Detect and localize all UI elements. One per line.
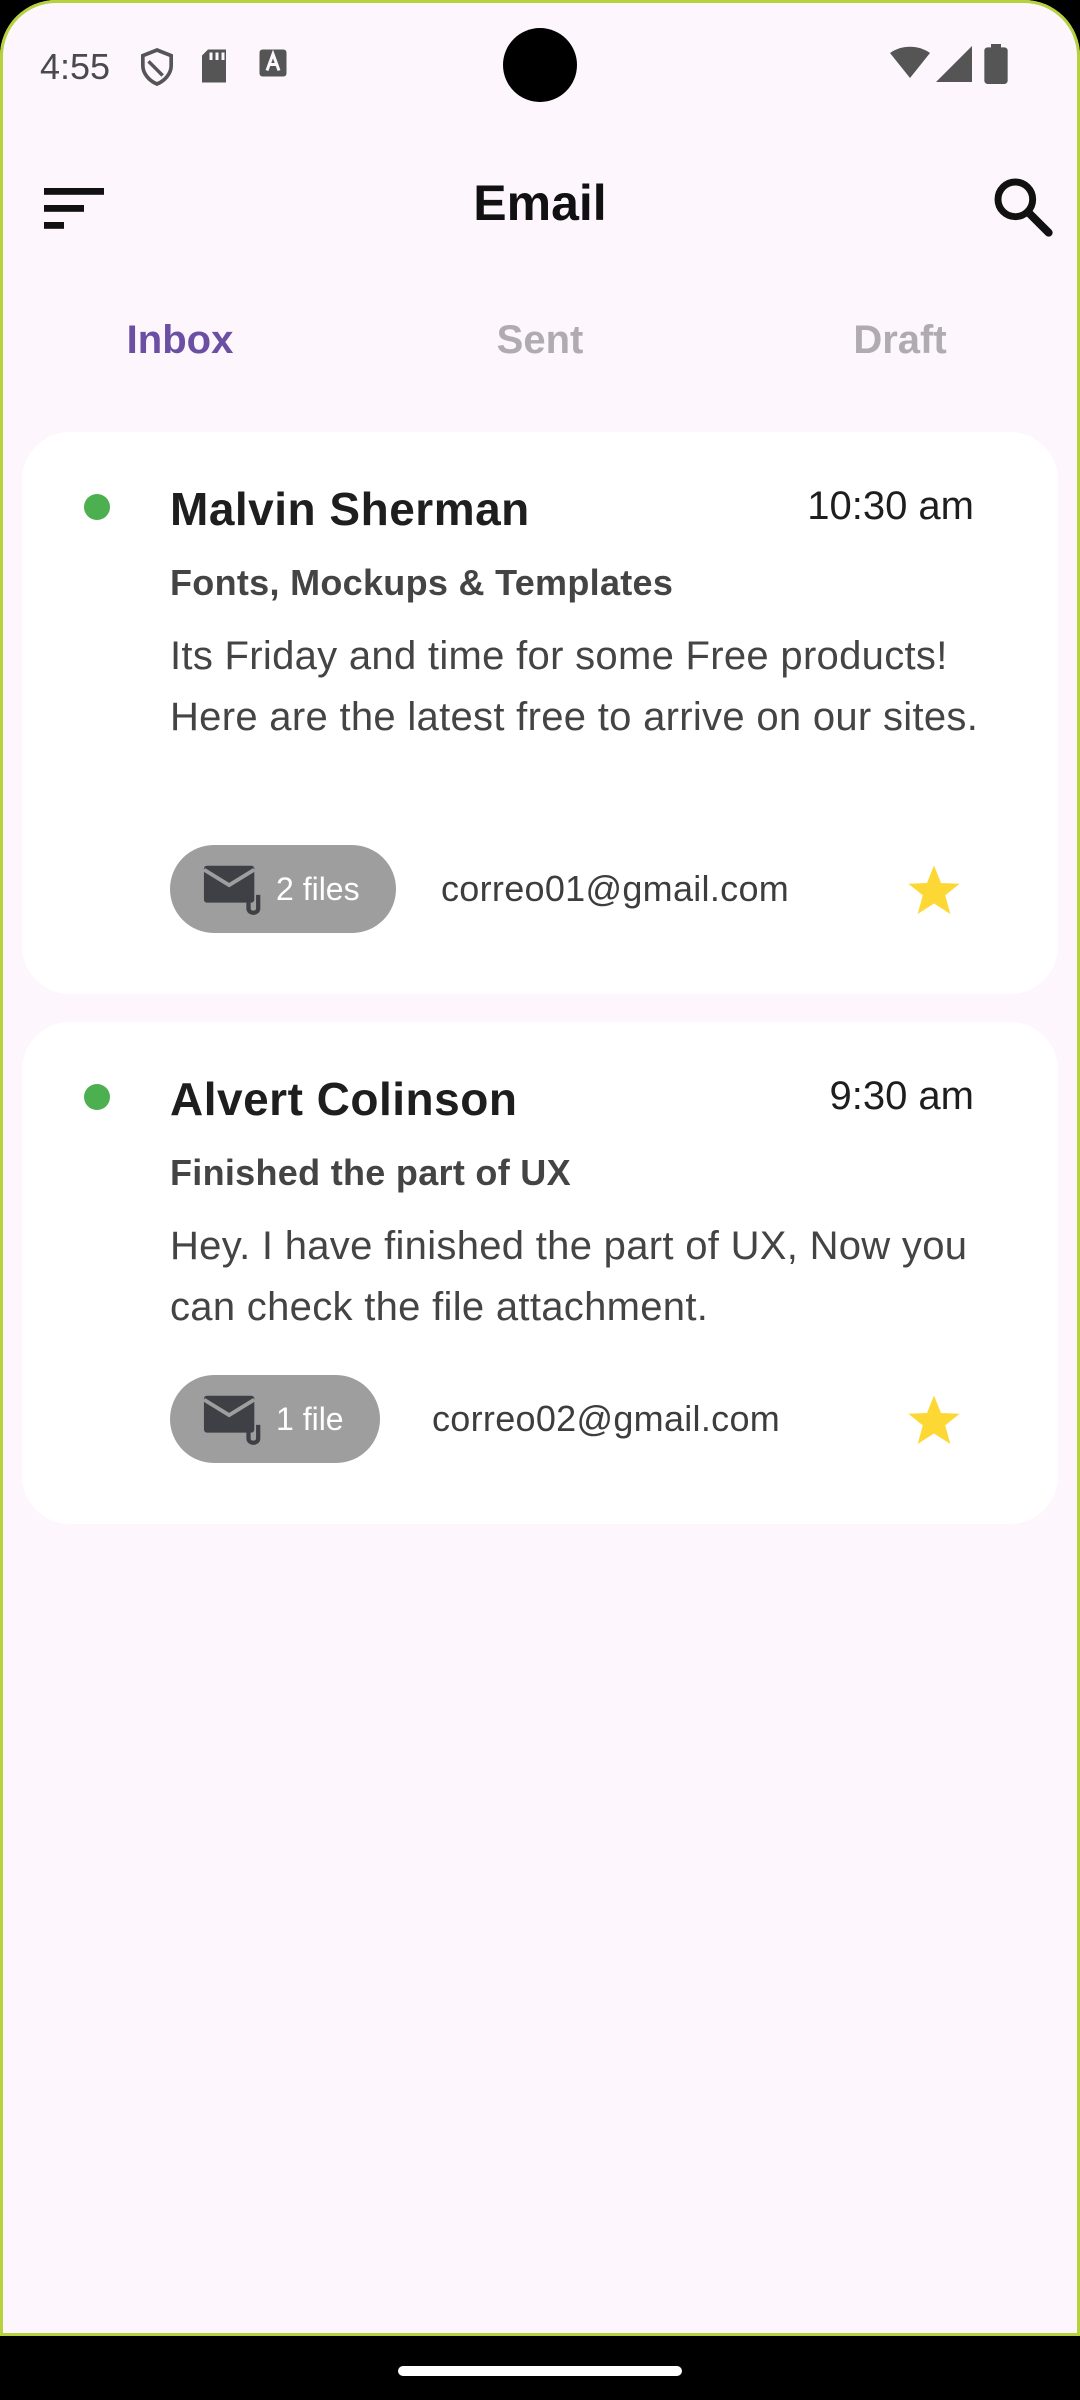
email-time: 9:30 am bbox=[829, 1074, 974, 1118]
attachment-count: 2 files bbox=[276, 870, 360, 907]
page-title: Email bbox=[473, 175, 607, 231]
unread-indicator bbox=[84, 494, 110, 520]
camera-cutout bbox=[503, 28, 577, 102]
email-preview: Hey. I have finished the part of UX, Now… bbox=[170, 1224, 968, 1329]
tab-sent[interactable]: Sent bbox=[360, 300, 720, 380]
email-card[interactable]: Malvin Sherman 10:30 am Fonts, Mockups &… bbox=[22, 432, 1058, 994]
email-card[interactable]: Alvert Colinson 9:30 am Finished the par… bbox=[22, 1022, 1058, 1524]
sender-name: Malvin Sherman bbox=[170, 483, 530, 535]
email-preview: Its Friday and time for some Free produc… bbox=[170, 634, 979, 739]
sd-card-icon bbox=[202, 49, 226, 83]
attachment-chip[interactable]: 1 file bbox=[170, 1375, 380, 1463]
status-bar: 4:55 bbox=[0, 0, 1080, 130]
star-icon[interactable] bbox=[906, 862, 962, 918]
attachment-count: 1 file bbox=[276, 1400, 344, 1437]
tab-draft[interactable]: Draft bbox=[720, 300, 1080, 380]
email-subject: Fonts, Mockups & Templates bbox=[170, 562, 674, 603]
search-icon[interactable] bbox=[990, 174, 1054, 238]
unread-indicator bbox=[84, 1084, 110, 1110]
tab-bar: Inbox Sent Draft bbox=[0, 300, 1080, 380]
shield-icon bbox=[140, 48, 174, 86]
mail-attachment-icon bbox=[202, 1395, 261, 1445]
sender-name: Alvert Colinson bbox=[170, 1073, 518, 1125]
attachment-chip[interactable]: 2 files bbox=[170, 845, 396, 933]
screen: 4:55 Email Inbox Sent Draft Malvin Sherm… bbox=[0, 0, 1080, 2336]
email-time: 10:30 am bbox=[807, 484, 974, 528]
battery-icon bbox=[984, 44, 1008, 84]
star-icon[interactable] bbox=[906, 1392, 962, 1448]
home-gesture-bar[interactable] bbox=[398, 2366, 682, 2376]
status-time: 4:55 bbox=[40, 46, 111, 87]
email-address: correo02@gmail.com bbox=[432, 1398, 781, 1439]
email-address: correo01@gmail.com bbox=[441, 868, 790, 909]
mail-attachment-icon bbox=[202, 865, 261, 915]
signal-icon bbox=[936, 46, 972, 82]
email-subject: Finished the part of UX bbox=[170, 1152, 571, 1193]
tab-inbox[interactable]: Inbox bbox=[0, 300, 360, 380]
app-bar: Email bbox=[0, 150, 1080, 260]
font-a-icon bbox=[259, 49, 287, 77]
wifi-icon bbox=[890, 46, 930, 78]
